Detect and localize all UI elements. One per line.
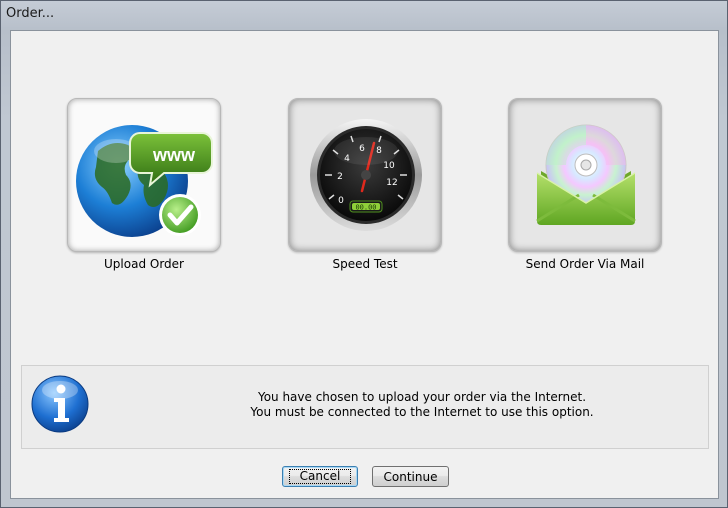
info-line-2: You must be connected to the Internet to… (250, 405, 594, 419)
gauge-tick-12: 12 (386, 178, 397, 188)
send-via-mail-label: Send Order Via Mail (525, 257, 645, 271)
upload-order-label: Upload Order (104, 257, 184, 271)
continue-button[interactable]: Continue (372, 466, 449, 487)
info-line-1: You have chosen to upload your order via… (257, 390, 587, 404)
order-dialog: Order... www Upload Order 0 2 4 6 8 10 1… (0, 0, 728, 508)
send-via-mail-tile[interactable] (508, 98, 662, 252)
gauge-tick-2: 2 (337, 172, 343, 182)
gauge-tick-0: 0 (338, 196, 344, 206)
speedometer-icon: 0 2 4 6 8 10 12 00.00 (310, 119, 422, 231)
upload-order-tile[interactable]: www (67, 98, 221, 252)
cancel-button-label: Cancel (289, 469, 351, 484)
dialog-content: www Upload Order 0 2 4 6 8 10 12 00.00 S… (10, 30, 719, 499)
cancel-button[interactable]: Cancel (282, 466, 358, 487)
gauge-readout: 00.00 (355, 204, 376, 212)
speed-test-label: Speed Test (332, 257, 398, 271)
mail-cd-icon (536, 124, 636, 225)
speed-test-tile[interactable]: 0 2 4 6 8 10 12 00.00 (288, 98, 442, 252)
gauge-tick-10: 10 (383, 161, 395, 171)
info-icon (31, 375, 89, 433)
window-title: Order... (6, 6, 55, 21)
info-panel: You have chosen to upload your order via… (21, 365, 709, 449)
www-badge-text: www (152, 145, 196, 165)
info-message: You have chosen to upload your order via… (152, 390, 692, 420)
globe-www-icon: www (76, 125, 213, 237)
continue-button-label: Continue (383, 469, 438, 484)
title-bar[interactable]: Order... (1, 1, 727, 29)
